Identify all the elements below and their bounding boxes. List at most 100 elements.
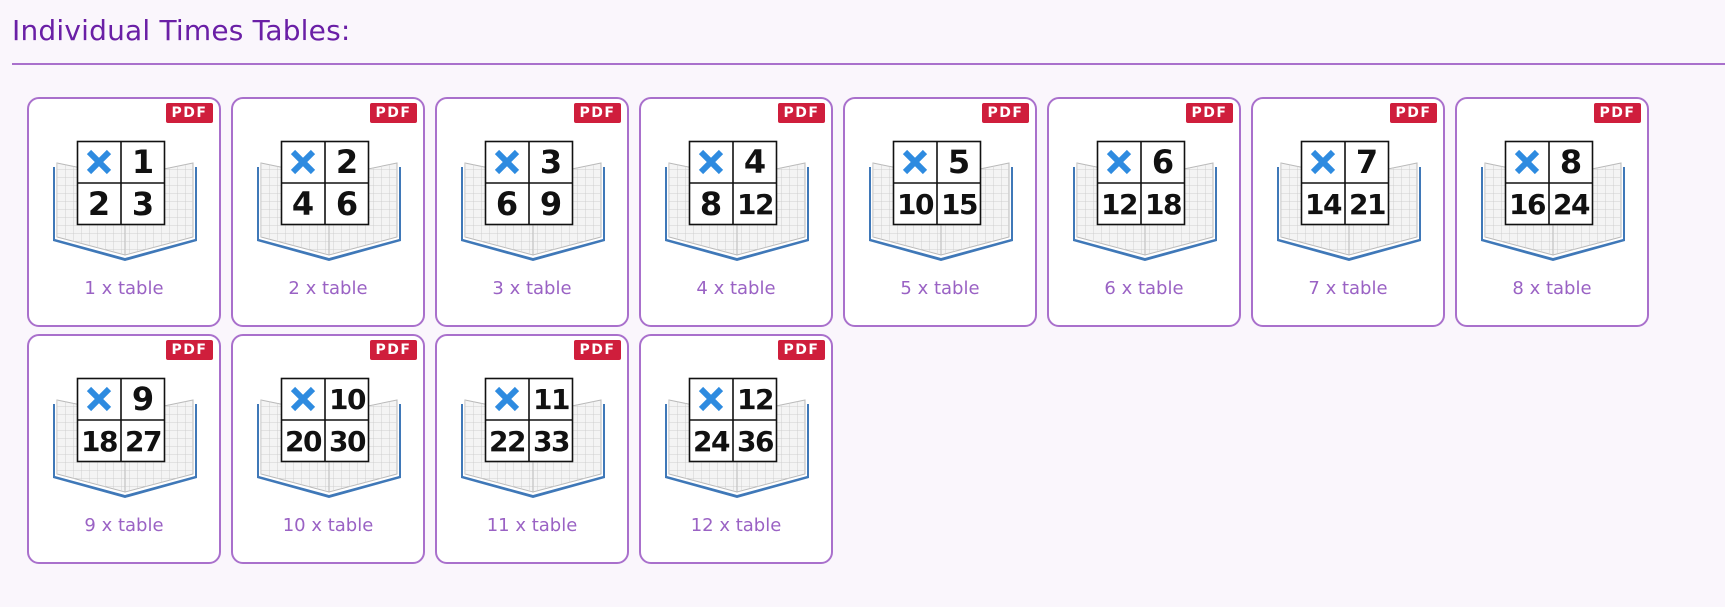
multiplier-value: 7 bbox=[1355, 143, 1379, 181]
second-product: 27 bbox=[125, 424, 162, 458]
multiply-icon bbox=[281, 141, 325, 183]
pdf-icon: PDF bbox=[370, 103, 417, 123]
times-table-book-icon: 8 16 24 bbox=[1477, 137, 1629, 265]
times-square: 10 20 30 bbox=[281, 378, 369, 462]
table-label: 9 x table bbox=[84, 515, 164, 536]
multiply-icon bbox=[77, 141, 121, 183]
times-table-book-icon: 4 8 12 bbox=[661, 137, 813, 265]
times-square: 7 14 21 bbox=[1301, 141, 1389, 225]
times-table-card-8[interactable]: PDF 8 16 24 8 x table bbox=[1455, 97, 1649, 327]
multiply-icon bbox=[1505, 141, 1549, 183]
multiply-icon bbox=[1097, 141, 1141, 183]
first-product: 16 bbox=[1509, 187, 1546, 221]
second-product: 24 bbox=[1553, 187, 1590, 221]
table-label: 11 x table bbox=[486, 515, 578, 536]
heading-divider bbox=[12, 63, 1725, 65]
table-label: 1 x table bbox=[84, 278, 164, 299]
table-label: 5 x table bbox=[900, 278, 980, 299]
second-product: 15 bbox=[941, 187, 978, 221]
times-table-card-11[interactable]: PDF 11 22 33 11 x table bbox=[435, 334, 629, 564]
multiplier-value: 3 bbox=[539, 143, 563, 181]
times-table-book-icon: 6 12 18 bbox=[1069, 137, 1221, 265]
second-product: 30 bbox=[329, 424, 366, 458]
first-product: 12 bbox=[1101, 187, 1138, 221]
individual-times-tables-section: Individual Times Tables: PDF 1 2 3 1 x t… bbox=[0, 0, 1725, 607]
first-product: 18 bbox=[81, 424, 118, 458]
times-table-book-icon: 5 10 15 bbox=[865, 137, 1017, 265]
times-table-card-4[interactable]: PDF 4 8 12 4 x table bbox=[639, 97, 833, 327]
times-square: 9 18 27 bbox=[77, 378, 165, 462]
pdf-icon: PDF bbox=[778, 340, 825, 360]
multiplier-value: 11 bbox=[533, 382, 570, 416]
pdf-icon: PDF bbox=[370, 340, 417, 360]
second-product: 36 bbox=[737, 424, 774, 458]
times-square: 5 10 15 bbox=[893, 141, 981, 225]
second-product: 12 bbox=[737, 187, 774, 221]
first-product: 6 bbox=[495, 185, 519, 223]
times-table-card-2[interactable]: PDF 2 4 6 2 x table bbox=[231, 97, 425, 327]
times-table-card-12[interactable]: PDF 12 24 36 12 x table bbox=[639, 334, 833, 564]
table-label: 4 x table bbox=[696, 278, 776, 299]
times-table-grid: PDF 1 2 3 1 x table PDF 2 4 6 2 x table … bbox=[27, 97, 1649, 564]
second-product: 3 bbox=[131, 185, 155, 223]
times-table-book-icon: 10 20 30 bbox=[253, 374, 405, 502]
second-product: 9 bbox=[539, 185, 563, 223]
second-product: 18 bbox=[1145, 187, 1182, 221]
times-table-book-icon: 3 6 9 bbox=[457, 137, 609, 265]
first-product: 20 bbox=[285, 424, 322, 458]
times-square: 1 2 3 bbox=[77, 141, 165, 225]
times-table-book-icon: 2 4 6 bbox=[253, 137, 405, 265]
pdf-icon: PDF bbox=[982, 103, 1029, 123]
times-table-card-7[interactable]: PDF 7 14 21 7 x table bbox=[1251, 97, 1445, 327]
multiply-icon bbox=[485, 378, 529, 420]
first-product: 14 bbox=[1305, 187, 1342, 221]
table-label: 6 x table bbox=[1104, 278, 1184, 299]
multiplier-value: 2 bbox=[335, 143, 359, 181]
table-label: 10 x table bbox=[282, 515, 374, 536]
first-product: 10 bbox=[897, 187, 934, 221]
times-table-card-5[interactable]: PDF 5 10 15 5 x table bbox=[843, 97, 1037, 327]
times-table-card-9[interactable]: PDF 9 18 27 9 x table bbox=[27, 334, 221, 564]
multiply-icon bbox=[485, 141, 529, 183]
section-heading: Individual Times Tables: bbox=[12, 14, 351, 47]
first-product: 2 bbox=[87, 185, 111, 223]
pdf-icon: PDF bbox=[574, 103, 621, 123]
times-square: 11 22 33 bbox=[485, 378, 573, 462]
multiply-icon bbox=[689, 141, 733, 183]
times-square: 8 16 24 bbox=[1505, 141, 1593, 225]
times-square: 12 24 36 bbox=[689, 378, 777, 462]
pdf-icon: PDF bbox=[574, 340, 621, 360]
times-table-book-icon: 9 18 27 bbox=[49, 374, 201, 502]
multiplier-value: 1 bbox=[131, 143, 155, 181]
times-table-card-1[interactable]: PDF 1 2 3 1 x table bbox=[27, 97, 221, 327]
pdf-icon: PDF bbox=[1186, 103, 1233, 123]
times-square: 2 4 6 bbox=[281, 141, 369, 225]
times-table-book-icon: 1 2 3 bbox=[49, 137, 201, 265]
times-table-card-6[interactable]: PDF 6 12 18 6 x table bbox=[1047, 97, 1241, 327]
first-product: 8 bbox=[699, 185, 723, 223]
multiplier-value: 10 bbox=[329, 382, 366, 416]
multiply-icon bbox=[689, 378, 733, 420]
times-table-card-10[interactable]: PDF 10 20 30 10 x table bbox=[231, 334, 425, 564]
first-product: 24 bbox=[693, 424, 730, 458]
times-square: 3 6 9 bbox=[485, 141, 573, 225]
multiplier-value: 12 bbox=[737, 382, 774, 416]
multiplier-value: 8 bbox=[1559, 143, 1583, 181]
times-table-book-icon: 12 24 36 bbox=[661, 374, 813, 502]
times-table-book-icon: 7 14 21 bbox=[1273, 137, 1425, 265]
multiply-icon bbox=[77, 378, 121, 420]
multiply-icon bbox=[281, 378, 325, 420]
second-product: 33 bbox=[533, 424, 570, 458]
pdf-icon: PDF bbox=[166, 103, 213, 123]
pdf-icon: PDF bbox=[166, 340, 213, 360]
pdf-icon: PDF bbox=[778, 103, 825, 123]
multiplier-value: 6 bbox=[1151, 143, 1175, 181]
table-label: 8 x table bbox=[1512, 278, 1592, 299]
table-label: 12 x table bbox=[690, 515, 782, 536]
table-label: 7 x table bbox=[1308, 278, 1388, 299]
table-label: 2 x table bbox=[288, 278, 368, 299]
times-table-card-3[interactable]: PDF 3 6 9 3 x table bbox=[435, 97, 629, 327]
pdf-icon: PDF bbox=[1594, 103, 1641, 123]
first-product: 4 bbox=[291, 185, 315, 223]
multiplier-value: 9 bbox=[131, 380, 155, 418]
